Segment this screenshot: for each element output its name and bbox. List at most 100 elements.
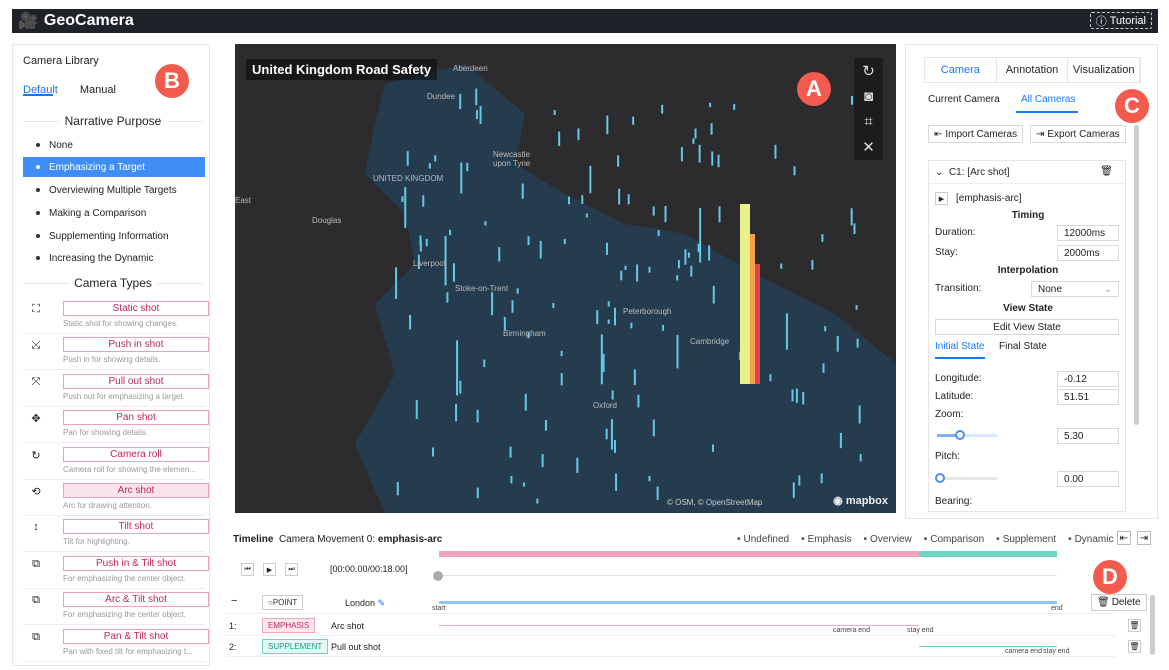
transition-select[interactable]: None ⌄ — [1031, 281, 1119, 297]
map-attribution[interactable]: © OSM, © OpenStreetMap — [667, 498, 762, 507]
purpose-none[interactable]: None — [23, 135, 205, 155]
row-index: 2: — [229, 642, 237, 652]
density-bar — [798, 475, 801, 486]
scrubber-track[interactable] — [439, 575, 1057, 576]
import-button[interactable]: ⇤ Import Cameras — [928, 125, 1024, 143]
camera-type-item[interactable]: ⤧ Pull out shot Push out for emphasizing a… — [23, 371, 209, 407]
refresh-icon[interactable]: ↻ — [862, 62, 875, 80]
camera-type-item[interactable]: ⛶ Static shot Static shot for showing chan… — [23, 298, 209, 334]
pitch-input[interactable]: 0.00 — [1057, 471, 1119, 487]
camera-card: ⌄ C1: [Arc shot] 🗑 ▶ [emphasis-arc] Timin… — [928, 160, 1126, 512]
density-bar — [409, 314, 412, 330]
export-icon[interactable]: ⇥ — [1137, 531, 1151, 545]
camera-icon[interactable]: ◙ — [864, 88, 873, 105]
camera-type-item[interactable]: ✥ Pan shot Pan for showing details. — [23, 407, 209, 444]
chevron-down-icon: ⌄ — [1103, 283, 1112, 295]
section-title: Camera Types — [68, 276, 158, 290]
map-label: Stoke-on-Trent — [455, 284, 509, 293]
camera-type-item[interactable]: ⧉ Push in & Tilt shot For emphasizing the … — [23, 553, 209, 589]
camera-type-desc: Push in for showing details. — [63, 355, 161, 365]
camera-track[interactable] — [439, 625, 919, 626]
tutorial-button[interactable]: ⓘ Tutorial — [1089, 12, 1152, 29]
edit-icon[interactable]: ✎ — [378, 598, 386, 608]
camera-type-button[interactable]: Push in shot — [63, 337, 209, 353]
slider-handle[interactable] — [955, 430, 965, 440]
camera-type-button[interactable]: Arc shot — [63, 483, 209, 498]
delete-button[interactable]: 🗑 Delete — [1091, 594, 1147, 611]
camera-type-item[interactable]: ⧉ Pan & Tilt shot Pan with fixed tilt for … — [23, 626, 209, 662]
edit-view-state-button[interactable]: Edit View State — [935, 319, 1119, 335]
point-name[interactable]: London ✎ — [345, 598, 385, 609]
collapse-icon[interactable]: − — [231, 595, 237, 607]
camera-type-item[interactable]: ↻ Camera roll Camera roll for showing the … — [23, 444, 209, 480]
density-bar — [455, 403, 458, 422]
camera-type-button[interactable]: Tilt shot — [63, 519, 209, 535]
camera-type-button[interactable]: Arc & Tilt shot — [63, 592, 209, 608]
duration-input[interactable]: 12000ms — [1057, 225, 1119, 241]
scrubber-handle[interactable] — [433, 571, 443, 581]
tab-manual[interactable]: Manual — [80, 84, 116, 96]
density-bar — [602, 353, 605, 373]
tab-initial-state[interactable]: Initial State — [935, 341, 984, 352]
tab-annotation[interactable]: Annotation — [997, 58, 1069, 82]
density-bar — [581, 195, 584, 204]
zoom-slider[interactable] — [937, 430, 997, 440]
end-label: end — [1051, 605, 1063, 612]
point-track[interactable] — [439, 601, 1057, 604]
stay-input[interactable]: 2000ms — [1057, 245, 1119, 261]
zoom-input[interactable]: 5.30 — [1057, 428, 1119, 444]
camera-type-button[interactable]: Push in & Tilt shot — [63, 555, 209, 571]
scrollbar[interactable] — [1150, 595, 1155, 655]
camera-type-item[interactable]: ↕ Tilt shot Tilt for highlighting. — [23, 516, 209, 553]
play-icon[interactable]: ▶ — [263, 563, 276, 576]
export-button[interactable]: ⇥ Export Cameras — [1030, 125, 1126, 143]
density-bar — [856, 338, 859, 348]
density-bar — [432, 447, 435, 457]
stay-end-label: stay end — [1043, 648, 1070, 655]
trash-icon[interactable]: 🗑 — [1128, 619, 1141, 632]
purpose-overviewing[interactable]: Overviewing Multiple Targets — [23, 180, 205, 200]
close-icon[interactable]: ✕ — [862, 138, 875, 156]
purpose-dynamic[interactable]: Increasing the Dynamic — [23, 248, 205, 268]
trash-icon[interactable]: 🗑 — [1128, 640, 1141, 653]
camera-type-item[interactable]: ⤩ Push in shot Push in for showing details… — [23, 334, 209, 371]
subtab-current[interactable]: Current Camera — [928, 94, 1000, 105]
purpose-comparison[interactable]: Making a Comparison — [23, 203, 205, 223]
tab-camera[interactable]: Camera — [925, 58, 997, 82]
slider-handle[interactable] — [935, 473, 945, 483]
tab-visualization[interactable]: Visualization — [1068, 58, 1141, 82]
skip-forward-icon[interactable]: ⏭ — [285, 563, 298, 576]
marker-a: A — [797, 72, 831, 106]
camera-type-button[interactable]: Camera roll — [63, 446, 209, 462]
camera-type-item[interactable]: ⧉ Arc & Tilt shot For emphasizing the cent… — [23, 589, 209, 626]
import-icon[interactable]: ⇤ — [1117, 531, 1131, 545]
camera-type-button[interactable]: Pan shot — [63, 410, 209, 426]
map-view[interactable]: Aberdeen Dundee Newcastle upon Tyne UNIT… — [235, 44, 896, 513]
density-bar — [484, 221, 487, 226]
play-icon[interactable]: ▶ — [935, 192, 948, 205]
longitude-input[interactable]: -0.12 — [1057, 371, 1119, 387]
density-bar — [607, 301, 610, 307]
card-header[interactable]: ⌄ C1: [Arc shot] — [935, 167, 1010, 178]
camera-type-item[interactable]: ⟲ Arc shot Arc for drawing attention. — [23, 480, 209, 516]
scrollbar[interactable] — [1134, 125, 1139, 425]
density-bar — [434, 155, 437, 162]
frame-icon[interactable]: ⌗ — [864, 113, 872, 130]
map-label: Liverpool — [413, 259, 446, 268]
camera-type-button[interactable]: Pull out shot — [63, 373, 209, 389]
camera-type-button[interactable]: Static shot — [63, 301, 209, 316]
skip-back-icon[interactable]: ⏮ — [241, 563, 254, 576]
purpose-emphasizing[interactable]: Emphasizing a Target — [23, 157, 205, 177]
tab-final-state[interactable]: Final State — [999, 341, 1047, 352]
state-tab-indicator — [935, 357, 985, 359]
camera-type-button[interactable]: Pan & Tilt shot — [63, 628, 209, 644]
density-bar — [677, 260, 680, 269]
camera-track[interactable] — [919, 646, 1057, 647]
density-bar — [415, 400, 418, 419]
density-bar — [785, 313, 788, 350]
purpose-supplementing[interactable]: Supplementing Information — [23, 226, 205, 246]
pitch-slider[interactable] — [935, 473, 997, 483]
trash-icon[interactable]: 🗑 — [1100, 166, 1113, 177]
latitude-input[interactable]: 51.51 — [1057, 389, 1119, 405]
subtab-all[interactable]: All Cameras — [1021, 94, 1075, 105]
